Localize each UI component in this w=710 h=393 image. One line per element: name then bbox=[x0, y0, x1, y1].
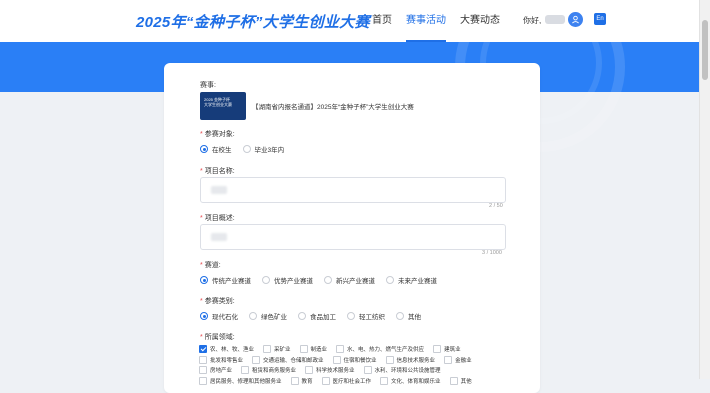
industry-option[interactable]: 采矿业 bbox=[263, 345, 291, 354]
category-option-food[interactable]: 食品加工 bbox=[298, 311, 336, 321]
event-label: 赛事: bbox=[200, 82, 216, 89]
radio-checked[interactable] bbox=[200, 276, 208, 284]
user-icon bbox=[572, 15, 579, 24]
category-label: * 参赛类别: bbox=[200, 298, 235, 305]
project-desc-label: * 项目概述: bbox=[200, 215, 235, 222]
industry-row: 农、林、牧、渔业 采矿业 制造业 水、电、热力、燃气生产及供应 建筑业 bbox=[199, 344, 509, 355]
radio-unchecked[interactable] bbox=[324, 276, 332, 284]
radio-checked[interactable] bbox=[200, 145, 208, 153]
participant-option-graduate[interactable]: 毕业3年内 bbox=[242, 144, 284, 154]
industry-option[interactable]: 制造业 bbox=[299, 345, 327, 354]
industry-option[interactable]: 房地产业 bbox=[199, 366, 232, 375]
checkbox[interactable] bbox=[290, 376, 299, 385]
track-option-future[interactable]: 未来产业赛道 bbox=[386, 275, 437, 285]
industry-option[interactable]: 农、林、牧、渔业 bbox=[199, 345, 254, 354]
industry-option[interactable]: 住宿和餐饮业 bbox=[332, 355, 377, 364]
industry-option[interactable]: 文化、体育和娱乐业 bbox=[380, 376, 441, 385]
checkbox[interactable] bbox=[199, 366, 207, 375]
category-radio-group: 现代石化 绿色矿业 食品加工 轻工纺织 其他 bbox=[200, 311, 432, 321]
participant-label: * 参赛对象: bbox=[200, 131, 235, 138]
industry-option[interactable]: 金融业 bbox=[444, 355, 472, 364]
industry-label: * 所属领域: bbox=[200, 334, 235, 341]
industry-option[interactable]: 水利、环境和公共设施管理 bbox=[363, 366, 441, 375]
industry-option[interactable]: 其他 bbox=[449, 376, 472, 385]
industry-option[interactable]: 建筑业 bbox=[433, 345, 461, 354]
language-toggle-button[interactable]: En bbox=[594, 13, 606, 25]
industry-row: 居民服务、修理和其他服务业 教育 医疗和社会工作 文化、体育和娱乐业 其他 bbox=[199, 376, 509, 387]
nav-home[interactable]: 首页 bbox=[372, 0, 392, 42]
radio-unchecked[interactable] bbox=[386, 276, 394, 284]
event-name: 【湖南省内报名通道】2025年“金种子杯”大学生创业大赛 bbox=[252, 104, 414, 111]
industry-option[interactable]: 交通运输、仓储和邮政业 bbox=[252, 355, 324, 364]
greeting-text: 你好, bbox=[523, 16, 542, 25]
checkbox[interactable] bbox=[449, 376, 458, 385]
radio-unchecked[interactable] bbox=[396, 312, 404, 320]
industry-option[interactable]: 居民服务、修理和其他服务业 bbox=[199, 376, 282, 385]
checkbox-checked[interactable] bbox=[199, 345, 207, 354]
radio-checked[interactable] bbox=[200, 312, 208, 320]
participant-radio-group: 在校生 毕业3年内 bbox=[200, 144, 295, 154]
signup-form-card: 赛事: 2025 金种子杯 大学生创业大赛 【湖南省内报名通道】2025年“金种… bbox=[164, 63, 540, 393]
nav-events[interactable]: 赛事活动 bbox=[406, 0, 446, 42]
industry-option[interactable]: 租赁和商务服务业 bbox=[241, 366, 296, 375]
checkbox[interactable] bbox=[332, 355, 341, 364]
checkbox[interactable] bbox=[380, 376, 389, 385]
checkbox[interactable] bbox=[444, 355, 453, 364]
category-option-textile[interactable]: 轻工纺织 bbox=[347, 311, 385, 321]
top-navbar: 2025年“金种子杯”大学生创业大赛 首页 赛事活动 大赛动态 你好, En bbox=[0, 0, 700, 43]
checkbox[interactable] bbox=[199, 355, 207, 364]
page-scrollbar[interactable] bbox=[699, 0, 710, 379]
checkbox[interactable] bbox=[263, 345, 272, 354]
project-name-value-blurred bbox=[211, 186, 227, 194]
radio-unchecked[interactable] bbox=[242, 145, 251, 153]
radio-unchecked[interactable] bbox=[249, 312, 257, 320]
industry-row: 批发和零售业 交通运输、仓储和邮政业 住宿和餐饮业 信息技术服务业 金融业 bbox=[199, 355, 509, 366]
checkbox[interactable] bbox=[385, 355, 394, 364]
project-desc-value-blurred bbox=[211, 233, 227, 241]
track-option-traditional[interactable]: 传统产业赛道 bbox=[200, 275, 251, 285]
event-thumbnail: 2025 金种子杯 大学生创业大赛 bbox=[200, 92, 246, 120]
category-option-petrochemical[interactable]: 现代石化 bbox=[200, 311, 238, 321]
industry-option[interactable]: 批发和零售业 bbox=[199, 355, 243, 364]
category-option-mining[interactable]: 绿色矿业 bbox=[249, 311, 287, 321]
checkbox[interactable] bbox=[241, 366, 250, 375]
brand-title[interactable]: 2025年“金种子杯”大学生创业大赛 bbox=[136, 11, 370, 32]
checkbox[interactable] bbox=[199, 376, 207, 385]
radio-unchecked[interactable] bbox=[262, 276, 270, 284]
track-option-emerging[interactable]: 新兴产业赛道 bbox=[324, 275, 375, 285]
industry-option[interactable]: 信息技术服务业 bbox=[385, 355, 435, 364]
event-thumbnail-text: 2025 金种子杯 大学生创业大赛 bbox=[204, 97, 232, 107]
radio-unchecked[interactable] bbox=[347, 312, 355, 320]
project-name-label: * 项目名称: bbox=[200, 168, 235, 175]
industry-option[interactable]: 科学技术服务业 bbox=[305, 366, 355, 375]
user-avatar[interactable] bbox=[568, 12, 583, 27]
industry-option[interactable]: 水、电、热力、燃气生产及供应 bbox=[336, 345, 424, 354]
project-desc-textarea[interactable] bbox=[200, 224, 506, 250]
checkbox[interactable] bbox=[321, 376, 330, 385]
project-desc-counter: 3 / 1000 bbox=[482, 250, 502, 256]
checkbox[interactable] bbox=[299, 345, 308, 354]
nav-news[interactable]: 大赛动态 bbox=[460, 0, 500, 42]
checkbox[interactable] bbox=[252, 355, 261, 364]
checkbox[interactable] bbox=[433, 345, 442, 354]
track-radio-group: 传统产业赛道 优势产业赛道 新兴产业赛道 未来产业赛道 bbox=[200, 275, 448, 285]
project-name-counter: 2 / 50 bbox=[489, 203, 503, 209]
industry-option[interactable]: 教育 bbox=[290, 376, 313, 385]
scrollbar-thumb[interactable] bbox=[702, 20, 708, 80]
industry-checkbox-grid: 农、林、牧、渔业 采矿业 制造业 水、电、热力、燃气生产及供应 建筑业 批发和零… bbox=[199, 344, 509, 386]
participant-option-student[interactable]: 在校生 bbox=[200, 144, 232, 154]
track-option-advantage[interactable]: 优势产业赛道 bbox=[262, 275, 313, 285]
track-label: * 赛道: bbox=[200, 262, 221, 269]
checkbox[interactable] bbox=[363, 366, 372, 375]
radio-unchecked[interactable] bbox=[298, 312, 306, 320]
project-name-input[interactable] bbox=[200, 177, 506, 203]
industry-option[interactable]: 医疗和社会工作 bbox=[321, 376, 371, 385]
username-blurred bbox=[545, 15, 565, 24]
category-option-other[interactable]: 其他 bbox=[396, 311, 421, 321]
industry-row: 房地产业 租赁和商务服务业 科学技术服务业 水利、环境和公共设施管理 bbox=[199, 365, 509, 376]
checkbox[interactable] bbox=[336, 345, 345, 354]
checkbox[interactable] bbox=[305, 366, 314, 375]
main-nav: 首页 赛事活动 大赛动态 bbox=[372, 0, 514, 42]
